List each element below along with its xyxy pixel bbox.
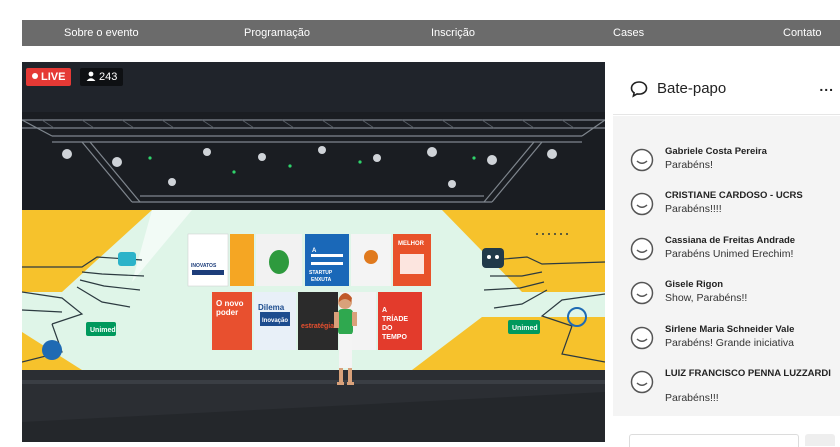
person-icon bbox=[86, 71, 96, 81]
book-covers bbox=[187, 233, 431, 350]
avatar-icon bbox=[630, 192, 654, 216]
svg-text:O novo: O novo bbox=[216, 299, 244, 308]
nav-link-programacao[interactable]: Programação bbox=[244, 20, 310, 46]
message-author: Cassiana de Freitas Andrade bbox=[665, 235, 796, 246]
svg-text:Dilema: Dilema bbox=[258, 303, 285, 312]
nav-link-sobre-o-evento[interactable]: Sobre o evento bbox=[64, 20, 139, 46]
video-player[interactable]: Unimed Unimed INOVATOS A STARTUP ENXUTA … bbox=[22, 62, 605, 442]
chat-message-list[interactable]: Gabriele Costa Pereira Parabéns! CRISTIA… bbox=[613, 116, 840, 416]
svg-text:estratégia: estratégia bbox=[301, 323, 334, 330]
nav-link-contato[interactable]: Contato bbox=[783, 20, 822, 46]
top-nav: Sobre o evento Programação Inscrição Cas… bbox=[22, 20, 840, 46]
svg-text:Unimed: Unimed bbox=[90, 327, 116, 334]
svg-text:INOVATOS: INOVATOS bbox=[191, 263, 217, 269]
message-author: Gisele Rigon bbox=[665, 279, 724, 290]
nav-link-inscricao[interactable]: Inscrição bbox=[431, 20, 475, 46]
chat-footer bbox=[613, 418, 840, 447]
svg-text:A: A bbox=[382, 307, 387, 314]
viewer-count-badge: 243 bbox=[80, 68, 124, 86]
avatar-icon bbox=[630, 370, 654, 394]
avatar-icon bbox=[630, 237, 654, 261]
svg-text:MELHOR: MELHOR bbox=[398, 241, 425, 247]
svg-text:DO: DO bbox=[382, 325, 393, 332]
nav-link-cases[interactable]: Cases bbox=[613, 20, 644, 46]
message-text: Parabéns! bbox=[665, 159, 713, 171]
message-text: Parabéns!!! bbox=[665, 392, 719, 404]
svg-text:A: A bbox=[312, 248, 317, 254]
avatar-icon bbox=[630, 148, 654, 172]
live-badge: LIVE bbox=[26, 68, 72, 86]
chat-title: Bate-papo bbox=[657, 80, 727, 97]
chat-bubble-icon bbox=[630, 81, 648, 98]
message-author: Sirlene Maria Schneider Vale bbox=[665, 324, 795, 335]
chat-message-input[interactable] bbox=[629, 434, 799, 447]
live-dot-icon bbox=[32, 73, 38, 79]
svg-text:Inovação: Inovação bbox=[262, 318, 288, 324]
message-author: CRISTIANE CARDOSO - UCRS bbox=[665, 190, 803, 201]
svg-text:poder: poder bbox=[216, 308, 238, 317]
message-text: Parabéns!!!! bbox=[665, 203, 722, 215]
more-options-button[interactable]: ... bbox=[819, 78, 834, 94]
avatar-icon bbox=[630, 281, 654, 305]
svg-text:ENXUTA: ENXUTA bbox=[311, 277, 332, 283]
chat-panel: Bate-papo ... Gabriele Costa Pereira Par… bbox=[613, 62, 840, 447]
svg-text:TEMPO: TEMPO bbox=[382, 334, 407, 341]
send-button[interactable] bbox=[805, 434, 835, 446]
message-author: LUIZ FRANCISCO PENNA LUZZARDI bbox=[665, 368, 831, 379]
svg-text:Unimed: Unimed bbox=[512, 325, 538, 332]
svg-text:STARTUP: STARTUP bbox=[309, 270, 333, 276]
message-text: Parabéns Unimed Erechim! bbox=[665, 248, 794, 260]
svg-text:TRÍADE: TRÍADE bbox=[382, 314, 408, 323]
message-text: Parabéns! Grande iniciativa bbox=[665, 337, 794, 349]
video-frame: Unimed Unimed INOVATOS A STARTUP ENXUTA … bbox=[22, 62, 605, 442]
viewer-count: 243 bbox=[99, 71, 118, 83]
live-label: LIVE bbox=[41, 71, 66, 83]
avatar-icon bbox=[630, 326, 654, 350]
message-author: Gabriele Costa Pereira bbox=[665, 146, 767, 157]
chat-header: Bate-papo ... bbox=[613, 62, 840, 115]
message-text: Show, Parabéns!! bbox=[665, 292, 748, 304]
